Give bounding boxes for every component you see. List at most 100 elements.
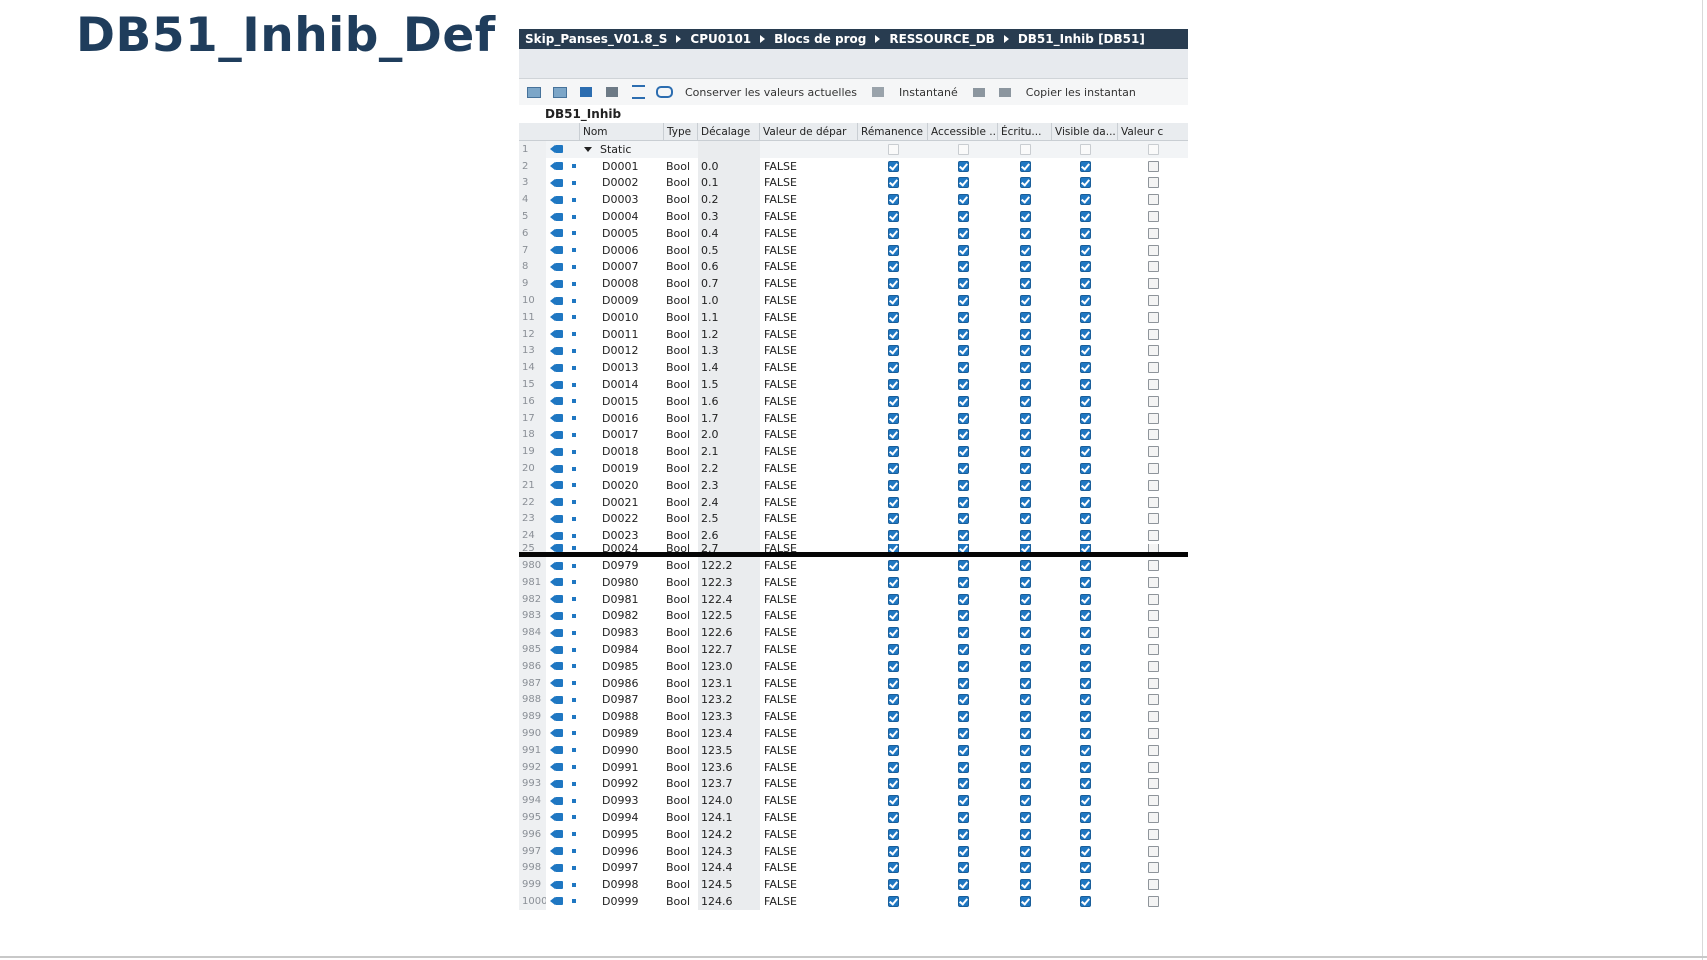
header-visible[interactable]: Visible da... <box>1052 123 1118 140</box>
tag-type[interactable]: Bool <box>664 761 698 774</box>
visible-checkbox-icon[interactable] <box>1079 412 1091 424</box>
tag-type[interactable]: Bool <box>664 378 698 391</box>
retain-checkbox-icon[interactable] <box>887 761 899 773</box>
tag-name[interactable]: D0979 <box>580 559 664 572</box>
visible-checkbox-icon[interactable] <box>1079 496 1091 508</box>
retain-checkbox-icon[interactable] <box>887 576 899 588</box>
tag-type[interactable]: Bool <box>664 479 698 492</box>
visible-checkbox-icon[interactable] <box>1079 644 1091 655</box>
writable-checkbox-icon[interactable] <box>1019 677 1031 689</box>
accessible-checkbox-icon[interactable] <box>957 530 969 542</box>
tag-start-value[interactable]: FALSE <box>760 210 858 223</box>
retain-checkbox-icon[interactable] <box>887 530 899 542</box>
writable-checkbox-icon[interactable] <box>1019 828 1031 840</box>
header-setpoint[interactable]: Valeur c <box>1118 123 1188 140</box>
table-row[interactable]: 11 D0010 Bool 1.1 FALSE <box>519 308 1188 326</box>
insert-row-icon[interactable] <box>525 85 543 99</box>
visible-checkbox-icon[interactable] <box>1079 560 1091 572</box>
tag-start-value[interactable]: FALSE <box>760 744 858 757</box>
accessible-checkbox-icon[interactable] <box>957 345 969 357</box>
retain-checkbox-icon[interactable] <box>887 513 899 525</box>
retain-checkbox-icon[interactable] <box>887 811 899 823</box>
header-type[interactable]: Type <box>664 123 698 140</box>
visible-checkbox-icon[interactable] <box>1079 295 1091 307</box>
tag-type[interactable]: Bool <box>664 727 698 740</box>
tag-start-value[interactable]: FALSE <box>760 576 858 589</box>
tag-name[interactable]: D0010 <box>580 311 664 324</box>
retain-checkbox-icon[interactable] <box>887 627 899 639</box>
tag-type[interactable]: Bool <box>664 609 698 622</box>
visible-checkbox-icon[interactable] <box>1079 727 1091 739</box>
retain-checkbox-icon[interactable] <box>887 328 899 340</box>
accessible-checkbox-icon[interactable] <box>957 593 969 605</box>
tag-name[interactable]: D0991 <box>580 761 664 774</box>
tag-name[interactable]: D0024 <box>580 544 664 552</box>
retain-checkbox-icon[interactable] <box>887 177 899 189</box>
table-row[interactable]: 14 D0013 Bool 1.4 FALSE <box>519 359 1188 377</box>
table-row[interactable]: 4 D0003 Bool 0.2 FALSE <box>519 191 1188 209</box>
visible-checkbox-icon[interactable] <box>1079 761 1091 773</box>
writable-checkbox-icon[interactable] <box>1019 513 1031 525</box>
setpoint-checkbox-icon[interactable] <box>1147 177 1159 189</box>
table-row[interactable]: 993 D0992 Bool 123.7 FALSE <box>519 775 1188 793</box>
tag-type[interactable]: Bool <box>664 777 698 790</box>
tag-start-value[interactable]: FALSE <box>760 479 858 492</box>
setpoint-checkbox-icon[interactable] <box>1147 261 1159 273</box>
tag-type[interactable]: Bool <box>664 895 698 908</box>
restore-snapshot-icon[interactable] <box>996 85 1014 99</box>
visible-checkbox-icon[interactable] <box>1079 879 1091 891</box>
tag-start-value[interactable]: FALSE <box>760 445 858 458</box>
setpoint-checkbox-icon[interactable] <box>1147 727 1159 739</box>
tag-start-value[interactable]: FALSE <box>760 160 858 173</box>
accessible-checkbox-icon[interactable] <box>957 295 969 307</box>
visible-checkbox-icon[interactable] <box>1079 811 1091 823</box>
writable-checkbox-icon[interactable] <box>1019 194 1031 206</box>
tag-name[interactable]: D0994 <box>580 811 664 824</box>
table-row[interactable]: 20 D0019 Bool 2.2 FALSE <box>519 460 1188 477</box>
setpoint-checkbox-icon[interactable] <box>1147 328 1159 340</box>
accessible-checkbox-icon[interactable] <box>957 463 969 475</box>
copy-snapshot-button[interactable]: Copier les instantan <box>1026 86 1136 99</box>
tag-name[interactable]: D0996 <box>580 845 664 858</box>
table-row[interactable]: 19 D0018 Bool 2.1 FALSE <box>519 443 1188 461</box>
accessible-checkbox-icon[interactable] <box>957 660 969 672</box>
table-row[interactable]: 983 D0982 Bool 122.5 FALSE <box>519 607 1188 625</box>
table-row[interactable]: 998 D0997 Bool 124.4 FALSE <box>519 859 1188 877</box>
monitor-icon[interactable] <box>655 85 673 99</box>
table-row[interactable]: 3 D0002 Bool 0.1 FALSE <box>519 174 1188 192</box>
accessible-checkbox-icon[interactable] <box>957 328 969 340</box>
setpoint-checkbox-icon[interactable] <box>1147 544 1159 553</box>
table-row[interactable]: 994 D0993 Bool 124.0 FALSE <box>519 792 1188 810</box>
tag-name[interactable]: D0997 <box>580 861 664 874</box>
visible-checkbox-icon[interactable] <box>1079 694 1091 706</box>
table-row[interactable]: 997 D0996 Bool 124.3 FALSE <box>519 842 1188 860</box>
breadcrumb-item[interactable]: DB51_Inhib [DB51] <box>1018 32 1145 46</box>
tag-name[interactable]: D0009 <box>580 294 664 307</box>
tag-start-value[interactable]: FALSE <box>760 693 858 706</box>
tag-name[interactable]: D0007 <box>580 260 664 273</box>
writable-checkbox-icon[interactable] <box>1019 811 1031 823</box>
table-row[interactable]: 9 D0008 Bool 0.7 FALSE <box>519 275 1188 293</box>
writable-checkbox-icon[interactable] <box>1019 345 1031 357</box>
retain-checkbox-icon[interactable] <box>887 194 899 206</box>
retain-checkbox-icon[interactable] <box>887 828 899 840</box>
tag-type[interactable]: Bool <box>664 794 698 807</box>
tag-name[interactable]: D0989 <box>580 727 664 740</box>
setpoint-checkbox-icon[interactable] <box>1147 311 1159 323</box>
table-row[interactable]: 987 D0986 Bool 123.1 FALSE <box>519 674 1188 692</box>
writable-checkbox-icon[interactable] <box>1019 160 1031 172</box>
writable-checkbox-icon[interactable] <box>1019 711 1031 723</box>
tag-type[interactable]: Bool <box>664 244 698 257</box>
setpoint-checkbox-icon[interactable] <box>1147 530 1159 542</box>
tag-name[interactable]: D0021 <box>580 496 664 509</box>
table-row[interactable]: 992 D0991 Bool 123.6 FALSE <box>519 758 1188 776</box>
retain-checkbox-icon[interactable] <box>887 463 899 475</box>
tag-start-value[interactable]: FALSE <box>760 593 858 606</box>
visible-checkbox-icon[interactable] <box>1079 711 1091 723</box>
tag-name[interactable]: D0990 <box>580 744 664 757</box>
visible-checkbox-icon[interactable] <box>1079 544 1091 553</box>
retain-checkbox-icon[interactable] <box>887 311 899 323</box>
visible-checkbox-icon[interactable] <box>1079 345 1091 357</box>
header-accessible[interactable]: Accessible ... <box>928 123 998 140</box>
tag-start-value[interactable]: FALSE <box>760 496 858 509</box>
